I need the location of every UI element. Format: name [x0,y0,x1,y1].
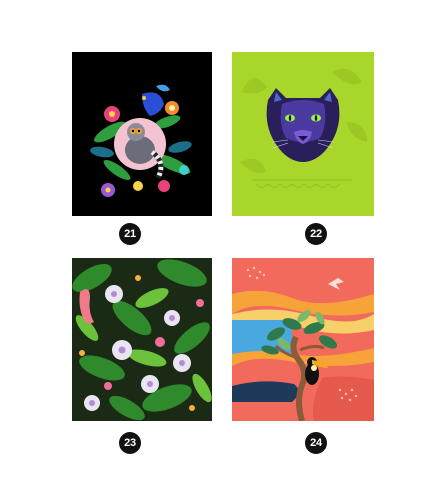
art-print-23[interactable] [72,258,212,421]
panther-illustration [232,52,374,216]
art-print-21[interactable] [72,52,212,216]
number-badge-24: 24 [305,432,327,454]
lemur-illustration [72,52,212,216]
toucan-tree-illustration [232,258,374,421]
number-badge-21: 21 [119,223,141,245]
number-badge-23: 23 [119,432,141,454]
art-print-24[interactable] [232,258,374,421]
art-print-22[interactable] [232,52,374,216]
tropical-pattern-illustration [72,258,212,421]
number-badge-22: 22 [305,223,327,245]
